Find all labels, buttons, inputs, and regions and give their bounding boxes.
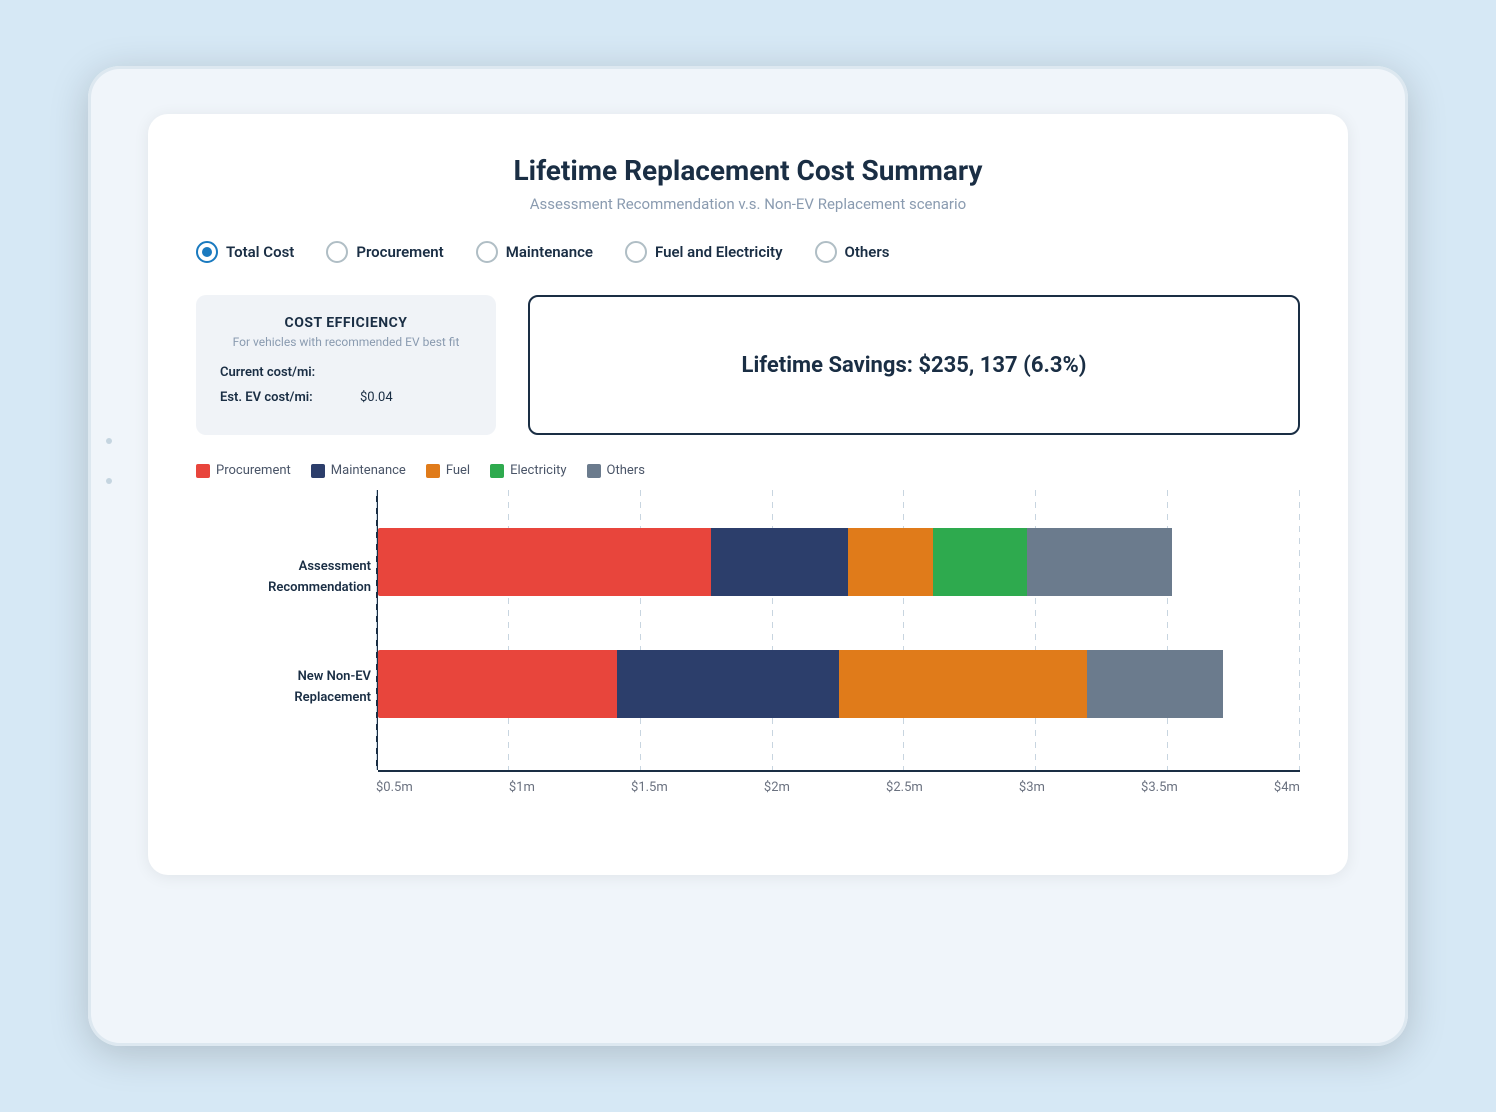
radio-procurement[interactable]: Procurement <box>326 241 443 263</box>
radio-circle-maintenance <box>476 241 498 263</box>
bar-seg-nonevr-maintenance <box>617 650 839 718</box>
cost-efficiency-title: COST EFFICIENCY <box>220 315 472 331</box>
radio-total-cost[interactable]: Total Cost <box>196 241 294 263</box>
legend-label-others: Others <box>607 463 645 478</box>
bar-seg-assessment-maintenance <box>711 528 848 596</box>
radio-label-total-cost: Total Cost <box>226 243 294 261</box>
ev-cost-label: Est. EV cost/mi: <box>220 390 360 405</box>
radio-label-others: Others <box>845 243 890 261</box>
radio-fuel-electricity[interactable]: Fuel and Electricity <box>625 241 783 263</box>
radio-label-fuel-electricity: Fuel and Electricity <box>655 243 783 261</box>
radio-label-procurement: Procurement <box>356 243 443 261</box>
ev-cost-value: $0.04 <box>360 390 393 405</box>
grid-line-8 <box>1299 490 1300 770</box>
x-axis: $0.5m $1m $1.5m $2m $2.5m $3m $3.5m $4m <box>376 780 1300 795</box>
chart-container: Assessment Recommendation New Non-EV Rep… <box>196 490 1300 835</box>
radio-circle-procurement <box>326 241 348 263</box>
bar-row-nonevr: $3.73m <box>378 650 1232 718</box>
info-row: COST EFFICIENCY For vehicles with recomm… <box>196 295 1300 435</box>
filter-radio-group: Total Cost Procurement Maintenance Fuel … <box>196 241 1300 263</box>
bar-seg-assessment-others <box>1027 528 1172 596</box>
legend-procurement: Procurement <box>196 463 291 478</box>
bar-seg-nonevr-others <box>1087 650 1224 718</box>
y-axis-labels: Assessment Recommendation New Non-EV Rep… <box>196 490 371 770</box>
main-card: Lifetime Replacement Cost Summary Assess… <box>148 114 1348 875</box>
radio-circle-fuel-electricity <box>625 241 647 263</box>
x-tick-5: $3m <box>1019 780 1045 795</box>
header-section: Lifetime Replacement Cost Summary Assess… <box>196 154 1300 213</box>
current-cost-label: Current cost/mi: <box>220 365 360 380</box>
legend-label-maintenance: Maintenance <box>331 463 406 478</box>
legend-fuel: Fuel <box>426 463 470 478</box>
ev-cost-row: Est. EV cost/mi: $0.04 <box>220 390 472 405</box>
radio-others[interactable]: Others <box>815 241 890 263</box>
legend-electricity: Electricity <box>490 463 566 478</box>
savings-box: Lifetime Savings: $235, 137 (6.3%) <box>528 295 1300 435</box>
y-label-1: Assessment Recommendation <box>268 555 371 595</box>
legend-others: Others <box>587 463 645 478</box>
current-cost-row: Current cost/mi: <box>220 365 472 380</box>
bar-seg-assessment-fuel <box>848 528 933 596</box>
stacked-bar-nonevr: $3.73m <box>378 650 1232 718</box>
radio-circle-total-cost <box>196 241 218 263</box>
page-title: Lifetime Replacement Cost Summary <box>196 154 1300 187</box>
cost-efficiency-subtitle: For vehicles with recommended EV best fi… <box>220 335 472 349</box>
bar-seg-nonevr-fuel <box>839 650 1087 718</box>
legend-dot-electricity <box>490 464 504 478</box>
x-tick-3: $2m <box>764 780 790 795</box>
cost-efficiency-box: COST EFFICIENCY For vehicles with recomm… <box>196 295 496 435</box>
tablet-container: Lifetime Replacement Cost Summary Assess… <box>88 66 1408 1046</box>
x-tick-2: $1.5m <box>631 780 668 795</box>
legend-label-electricity: Electricity <box>510 463 566 478</box>
x-tick-6: $3.5m <box>1141 780 1178 795</box>
radio-label-maintenance: Maintenance <box>506 243 593 261</box>
stacked-bar-assessment: $3.48m <box>378 528 1232 596</box>
bars-wrapper: Assessment Recommendation New Non-EV Rep… <box>376 490 1300 770</box>
x-tick-4: $2.5m <box>886 780 923 795</box>
chart-area: Assessment Recommendation New Non-EV Rep… <box>196 490 1300 835</box>
x-tick-1: $1m <box>509 780 535 795</box>
legend-dot-others <box>587 464 601 478</box>
legend-dot-procurement <box>196 464 210 478</box>
y-label-2: New Non-EV Replacement <box>294 665 371 705</box>
grid-line-1 <box>376 490 377 770</box>
chart-legend: Procurement Maintenance Fuel Electricity… <box>196 463 1300 478</box>
bar-seg-assessment-procurement <box>378 528 711 596</box>
x-tick-7: $4m <box>1274 780 1300 795</box>
x-tick-0: $0.5m <box>376 780 413 795</box>
radio-maintenance[interactable]: Maintenance <box>476 241 593 263</box>
legend-maintenance: Maintenance <box>311 463 406 478</box>
legend-label-procurement: Procurement <box>216 463 291 478</box>
legend-label-fuel: Fuel <box>446 463 470 478</box>
bar-row-assessment: $3.48m <box>378 528 1232 596</box>
legend-dot-maintenance <box>311 464 325 478</box>
legend-dot-fuel <box>426 464 440 478</box>
page-subtitle: Assessment Recommendation v.s. Non-EV Re… <box>196 195 1300 213</box>
bar-seg-nonevr-procurement <box>378 650 617 718</box>
radio-circle-others <box>815 241 837 263</box>
savings-text: Lifetime Savings: $235, 137 (6.3%) <box>742 353 1087 378</box>
x-axis-line <box>378 770 1300 772</box>
bar-seg-assessment-electricity <box>933 528 1027 596</box>
